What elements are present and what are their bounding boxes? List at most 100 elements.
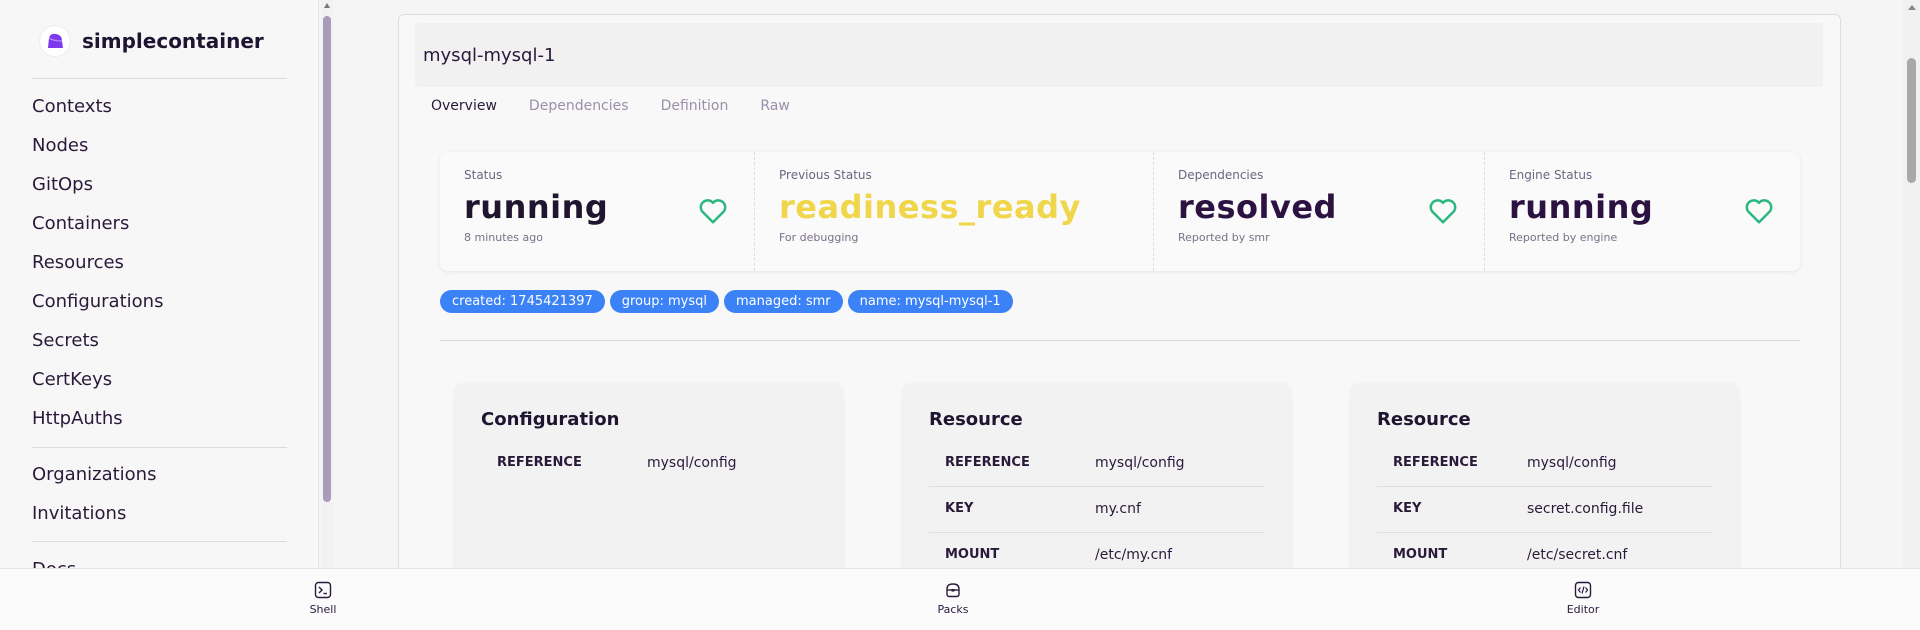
sidebar-item-resources[interactable]: Resources xyxy=(32,243,282,282)
sidebar-nav-docs: Docs xyxy=(32,550,282,568)
heart-icon xyxy=(1745,199,1773,224)
sidebar-item-containers[interactable]: Containers xyxy=(32,204,282,243)
sidebar-scroll-thumb[interactable] xyxy=(323,16,331,502)
kv-row: REFERENCE mysql/config xyxy=(1377,441,1713,487)
stat-previous-status: Previous Status readiness_ready For debu… xyxy=(755,152,1154,271)
heart-icon xyxy=(1429,199,1457,224)
bottom-dock: Shell Packs Editor xyxy=(0,568,1920,630)
sidebar-scrollbar[interactable] xyxy=(321,0,333,568)
sidebar: simplecontainer Contexts Nodes GitOps Co… xyxy=(0,0,319,568)
tag-managed[interactable]: managed: smr xyxy=(724,290,843,313)
stat-value: running xyxy=(1509,188,1654,226)
tab-bar: Overview Dependencies Definition Raw xyxy=(431,98,790,114)
tab-definition[interactable]: Definition xyxy=(661,98,729,114)
code-icon xyxy=(1574,581,1592,599)
stat-value: running xyxy=(464,188,609,226)
sidebar-nav-main: Contexts Nodes GitOps Containers Resourc… xyxy=(32,87,282,438)
kv-row: REFERENCE mysql/config xyxy=(929,441,1265,487)
dock-shell-button[interactable]: Shell xyxy=(283,581,363,616)
terminal-icon xyxy=(314,581,332,599)
kv-key: REFERENCE xyxy=(1393,455,1478,470)
kv-key: REFERENCE xyxy=(497,455,582,470)
stat-label: Previous Status xyxy=(779,168,872,182)
card-title: Resource xyxy=(1377,409,1471,430)
kv-value: mysql/config xyxy=(1527,455,1617,471)
configuration-card: Configuration REFERENCE mysql/config xyxy=(456,383,842,568)
page-title: mysql-mysql-1 xyxy=(423,45,556,66)
sidebar-item-nodes[interactable]: Nodes xyxy=(32,126,282,165)
tab-raw[interactable]: Raw xyxy=(760,98,789,114)
kv-row: MOUNT /etc/secret.cnf xyxy=(1377,533,1713,568)
kv-key: REFERENCE xyxy=(945,455,1030,470)
kv-row: KEY my.cnf xyxy=(929,487,1265,533)
tag-created[interactable]: created: 1745421397 xyxy=(440,290,605,313)
container-detail-panel: mysql-mysql-1 Overview Dependencies Defi… xyxy=(398,14,1841,568)
card-title: Configuration xyxy=(481,409,620,430)
stat-subtext: Reported by smr xyxy=(1178,231,1270,244)
sidebar-item-invitations[interactable]: Invitations xyxy=(32,494,282,533)
kv-key: MOUNT xyxy=(1393,547,1448,562)
kv-row: KEY secret.config.file xyxy=(1377,487,1713,533)
sidebar-item-secrets[interactable]: Secrets xyxy=(32,321,282,360)
stat-value: readiness_ready xyxy=(779,188,1081,226)
tag-name[interactable]: name: mysql-mysql-1 xyxy=(847,290,1013,313)
main-content: mysql-mysql-1 Overview Dependencies Defi… xyxy=(333,0,1903,568)
sidebar-nav-org: Organizations Invitations xyxy=(32,455,282,533)
stat-subtext: Reported by engine xyxy=(1509,231,1618,244)
kv-value: secret.config.file xyxy=(1527,501,1644,517)
stat-subtext: 8 minutes ago xyxy=(464,231,543,244)
resource-card: Resource REFERENCE mysql/config KEY secr… xyxy=(1352,383,1738,568)
kv-key: MOUNT xyxy=(945,547,1000,562)
stat-label: Engine Status xyxy=(1509,168,1593,182)
simplecontainer-logo-icon xyxy=(40,26,70,56)
brand[interactable]: simplecontainer xyxy=(40,26,264,56)
kv-value: /etc/secret.cnf xyxy=(1527,547,1628,563)
card-title: Resource xyxy=(929,409,1023,430)
status-stats: Status running 8 minutes ago Previous St… xyxy=(440,152,1800,271)
sidebar-item-organizations[interactable]: Organizations xyxy=(32,455,282,494)
sidebar-item-contexts[interactable]: Contexts xyxy=(32,87,282,126)
dock-label: Editor xyxy=(1566,603,1600,616)
dock-editor-button[interactable]: Editor xyxy=(1543,581,1623,616)
stat-label: Dependencies xyxy=(1178,168,1264,182)
kv-key: KEY xyxy=(945,501,974,516)
stat-subtext: For debugging xyxy=(779,231,859,244)
scroll-up-arrow-icon[interactable] xyxy=(324,3,330,8)
sidebar-divider xyxy=(32,447,287,448)
stat-value: resolved xyxy=(1178,188,1337,226)
sidebar-item-httpauths[interactable]: HttpAuths xyxy=(32,399,282,438)
stat-engine-status: Engine Status running Reported by engine xyxy=(1485,152,1800,271)
sidebar-item-configurations[interactable]: Configurations xyxy=(32,282,282,321)
kv-value: mysql/config xyxy=(1095,455,1185,471)
stat-status: Status running 8 minutes ago xyxy=(440,152,755,271)
page-title-bar: mysql-mysql-1 xyxy=(415,23,1823,87)
sidebar-item-certkeys[interactable]: CertKeys xyxy=(32,360,282,399)
tab-overview[interactable]: Overview xyxy=(431,98,497,114)
dock-packs-button[interactable]: Packs xyxy=(913,581,993,616)
scroll-up-arrow-icon[interactable] xyxy=(1908,5,1916,10)
app-name: simplecontainer xyxy=(82,29,264,53)
package-icon xyxy=(946,583,960,598)
stat-label: Status xyxy=(464,168,503,182)
tab-dependencies[interactable]: Dependencies xyxy=(529,98,629,114)
kv-value: my.cnf xyxy=(1095,501,1141,517)
main-scroll-thumb[interactable] xyxy=(1907,58,1916,183)
heart-icon xyxy=(699,199,727,224)
kv-row: MOUNT /etc/my.cnf xyxy=(929,533,1265,568)
tag-group[interactable]: group: mysql xyxy=(609,290,720,313)
sidebar-item-docs[interactable]: Docs xyxy=(32,550,282,568)
kv-key: KEY xyxy=(1393,501,1422,516)
dock-label: Packs xyxy=(937,603,969,616)
stat-dependencies: Dependencies resolved Reported by smr xyxy=(1154,152,1485,271)
kv-row: REFERENCE mysql/config xyxy=(481,441,817,487)
label-tags: created: 1745421397 group: mysql managed… xyxy=(440,290,1013,313)
main-scrollbar[interactable] xyxy=(1903,0,1920,568)
sidebar-item-gitops[interactable]: GitOps xyxy=(32,165,282,204)
sidebar-divider xyxy=(32,78,287,79)
resource-card: Resource REFERENCE mysql/config KEY my.c… xyxy=(904,383,1290,568)
dock-label: Shell xyxy=(309,603,337,616)
section-divider xyxy=(440,340,1800,341)
sidebar-divider xyxy=(32,541,287,542)
kv-value: mysql/config xyxy=(647,455,737,471)
kv-value: /etc/my.cnf xyxy=(1095,547,1173,563)
